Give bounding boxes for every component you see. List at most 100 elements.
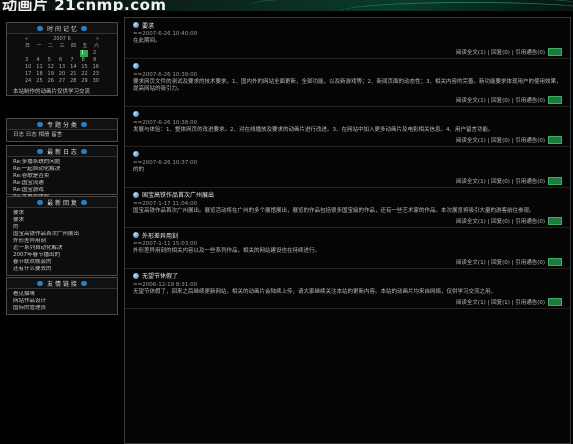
sidebar-link[interactable]: Re:国宝流通	[13, 180, 111, 187]
sidebar-link[interactable]: 春节联欢晚会的	[13, 259, 111, 266]
share-icon[interactable]	[548, 217, 562, 225]
calendar-day[interactable]: 6	[59, 57, 65, 64]
bullet-icon	[37, 121, 44, 127]
sidebar-link[interactable]: 近一系列自动化解决	[13, 245, 111, 252]
calendar-day[interactable]: 25	[36, 78, 42, 85]
calendar-day[interactable]: 10	[25, 64, 31, 71]
post-title[interactable]: 外形差异用刻	[142, 231, 178, 240]
calendar-day[interactable]: 12	[48, 64, 54, 71]
sidebar-link[interactable]: 网站作品设计	[13, 298, 111, 305]
share-icon[interactable]	[548, 298, 562, 306]
prev-month-button[interactable]: «	[25, 36, 28, 43]
post-footer: 阅读全文(1) | 回复(0) | 引用通告(0)	[133, 215, 562, 227]
calendar-day[interactable]: 17	[25, 71, 31, 78]
links-title: 友 情 链 接	[47, 280, 77, 288]
weekday-label: 日	[25, 43, 31, 49]
weekday-label: 六	[93, 43, 99, 49]
post-footer: 阅读全文(1) | 回复(0) | 引用通告(0)	[133, 256, 562, 268]
calendar-day[interactable]: 11	[36, 64, 42, 71]
sidebar-link[interactable]: 国宝高铁作品首次广州展出	[13, 231, 111, 238]
pin-icon	[133, 22, 139, 28]
calendar-day	[69, 50, 75, 57]
site-logo[interactable]: 动画片 21cnmp.com	[2, 0, 167, 11]
sidebar-link[interactable]: Re:国宝游戏	[13, 187, 111, 194]
calendar-day[interactable]: 16	[93, 64, 99, 71]
sidebar-link[interactable]: Re:谷歌是否卖	[13, 173, 111, 180]
pin-icon	[133, 272, 139, 279]
calendar-week: 24 25 26 27 28 29 30	[25, 78, 99, 85]
blog-post: ==2007-6-26 10:39:00 要求网页文件的测试及要求的技术要求。1、…	[125, 59, 570, 107]
post-title[interactable]: 国宝高铁作品首次广州展出	[142, 190, 214, 199]
calendar-day[interactable]: 5	[48, 57, 54, 64]
post-footer-links[interactable]: 阅读全文(1) | 回复(0) | 引用通告(0)	[456, 96, 545, 104]
post-title-row	[133, 109, 562, 119]
share-icon[interactable]	[548, 95, 562, 104]
top-banner: 动画片 21cnmp.com	[0, 0, 573, 11]
bullet-icon	[80, 148, 87, 154]
post-footer: 阅读全文(1) | 回复(1) | 引用通告(0)	[133, 296, 562, 308]
post-footer-links[interactable]: 阅读全文(1) | 回复(0) | 引用通告(0)	[456, 258, 545, 266]
sidebar-link[interactable]: 的	[13, 224, 111, 231]
calendar-day[interactable]: 22	[81, 71, 87, 78]
comments-title: 最 新 回 复	[47, 199, 77, 207]
share-icon[interactable]	[548, 176, 562, 185]
sidebar-link[interactable]: 2007年春节播出的	[13, 252, 111, 259]
post-body: 无望节休假了，回来之后继续更新网站，相关的动画片会陆续上传，请大家继续关注本站的…	[133, 288, 497, 295]
next-month-button[interactable]: »	[96, 36, 99, 43]
calendar-day[interactable]: 9	[93, 57, 99, 64]
calendar-day[interactable]: 28	[70, 78, 76, 85]
post-date: ==2007-1-11 15:03:00	[133, 241, 198, 247]
post-footer-links[interactable]: 阅读全文(1) | 回复(0) | 引用通告(0)	[456, 217, 545, 225]
post-footer-links[interactable]: 阅读全文(1) | 回复(0) | 引用通告(0)	[456, 136, 545, 144]
calendar-day[interactable]: 20	[59, 71, 65, 78]
calendar-grid: « 2007 6 » 日一二三四五六 1 2 3 4 5 6 7 8 9 10 11 12 13 14 15…	[7, 34, 117, 87]
sidebar-link[interactable]: 看见猫咪	[13, 291, 111, 298]
sidebar-link[interactable]: 要求	[13, 217, 111, 224]
calendar-day[interactable]: 26	[48, 78, 54, 85]
calendar-day[interactable]: 3	[25, 57, 31, 64]
post-date: ==2007-6-26 10:37:00	[133, 160, 198, 166]
post-title[interactable]: 无望节休假了	[142, 271, 178, 280]
calendar-day[interactable]: 7	[70, 57, 76, 64]
calendar-day[interactable]: 30	[93, 78, 99, 85]
calendar-day[interactable]: 14	[70, 64, 76, 71]
calendar-day[interactable]: 13	[59, 64, 65, 71]
sidebar-link[interactable]: 还有什么要去的	[13, 266, 111, 273]
calendar-day[interactable]: 8	[82, 57, 88, 64]
post-footer-links[interactable]: 阅读全文(1) | 回复(0) | 引用通告(0)	[456, 177, 545, 185]
share-icon[interactable]	[548, 47, 562, 56]
post-footer: 阅读全文(1) | 回复(0) | 引用通告(0)	[133, 175, 562, 187]
calendar-day[interactable]: 2	[93, 50, 99, 57]
sidebar-link[interactable]: Re:一起自动化解决	[13, 166, 111, 173]
bullet-icon	[37, 199, 44, 205]
calendar-days: 1 2 3 4 5 6 7 8 9 10 11 12 13 14 15 16 17 18 19 20 21 22 23 24 2…	[25, 50, 99, 85]
calendar-day[interactable]: 21	[70, 71, 76, 78]
post-footer-links[interactable]: 阅读全文(1) | 回复(0) | 引用通告(0)	[456, 48, 545, 56]
blog-post: ==2007-6-26 10:37:00 的的 阅读全文(1) | 回复(0) | …	[125, 147, 570, 188]
sidebar-link[interactable]: 要求	[13, 210, 111, 217]
post-footer-links[interactable]: 阅读全文(1) | 回复(1) | 引用通告(0)	[456, 298, 545, 306]
sidebar-link[interactable]: 外形差异用刻	[13, 238, 111, 245]
comments-box: 最 新 回 复 要求 要求的国宝高铁作品首次广州展出 外形差异用刻 近一系列自动化解决…	[6, 196, 118, 276]
calendar-day[interactable]: 15	[81, 64, 87, 71]
calendar-day	[25, 50, 31, 57]
weekday-label: 一	[36, 43, 42, 49]
post-title[interactable]: 要求	[142, 21, 154, 30]
share-icon[interactable]	[548, 257, 562, 266]
sidebar-link[interactable]: Re:多播系统的问题	[13, 159, 111, 166]
category-links[interactable]: 日志 日志 相册 留言	[7, 130, 117, 141]
sidebar-link[interactable]: 国际的管理员	[13, 305, 111, 312]
calendar-day[interactable]: 19	[48, 71, 54, 78]
calendar-day[interactable]: 24	[25, 78, 31, 85]
calendar-day[interactable]: 1	[80, 50, 88, 57]
calendar-day[interactable]: 4	[36, 57, 42, 64]
calendar-day[interactable]: 23	[93, 71, 99, 78]
post-body: 外形差异用刻的相关内容以及一些系列作品，相关的网站建设也在持续进行。	[133, 248, 321, 254]
calendar-day[interactable]: 29	[81, 78, 87, 85]
category-title: 专 题 分 类	[47, 121, 77, 129]
calendar-day[interactable]: 18	[36, 71, 42, 78]
share-icon[interactable]	[548, 136, 562, 144]
calendar-title: 时 间 记 忆	[47, 25, 77, 33]
calendar-day[interactable]: 27	[59, 78, 65, 85]
bullet-icon	[80, 121, 87, 127]
